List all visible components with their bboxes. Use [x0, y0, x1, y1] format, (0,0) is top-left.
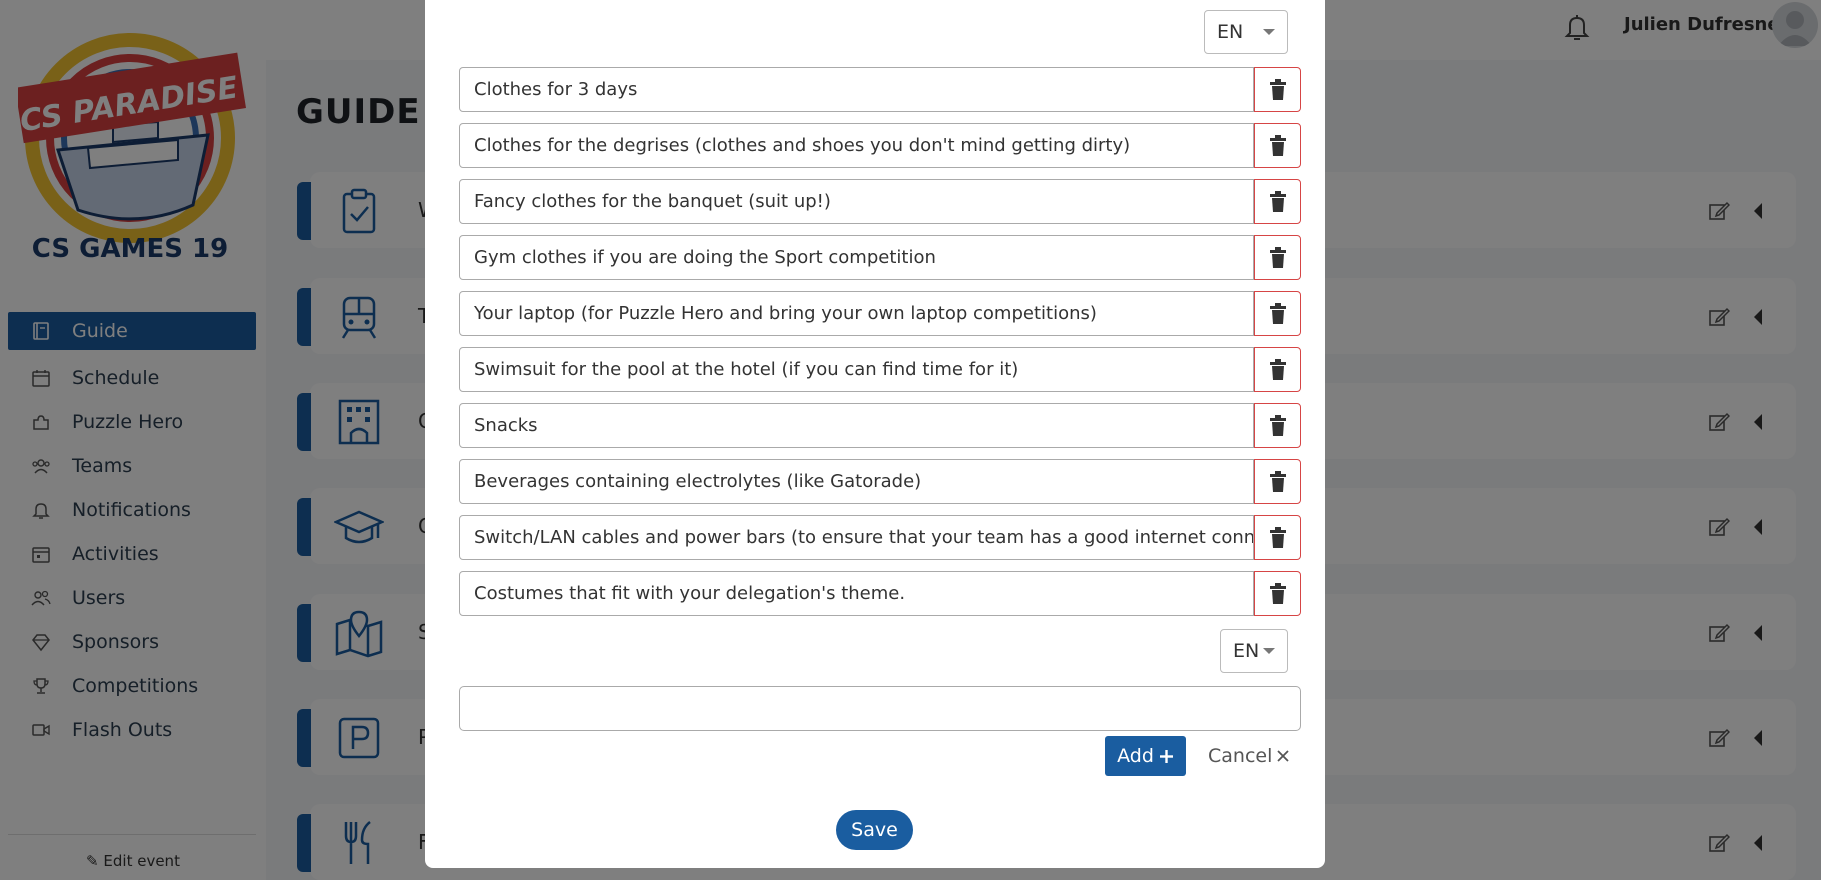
plus-icon: [1159, 749, 1173, 763]
delete-item-button[interactable]: [1254, 515, 1301, 560]
delete-item-button[interactable]: [1254, 459, 1301, 504]
delete-item-button[interactable]: [1254, 123, 1301, 168]
list-item: [459, 571, 1301, 616]
trash-icon: [1269, 582, 1286, 604]
trash-icon: [1269, 302, 1286, 324]
list-item: [459, 235, 1301, 280]
trash-icon: [1269, 526, 1286, 548]
delete-item-button[interactable]: [1254, 571, 1301, 616]
edit-guide-modal: EN EN: [425, 0, 1325, 868]
cancel-button-label: Cancel: [1208, 745, 1273, 767]
add-button-label: Add: [1117, 745, 1154, 767]
item-text-field[interactable]: [459, 515, 1254, 560]
list-item: [459, 123, 1301, 168]
chevron-down-icon: [1263, 648, 1275, 654]
trash-icon: [1269, 414, 1286, 436]
item-text-field[interactable]: [459, 123, 1254, 168]
save-button-label: Save: [851, 819, 898, 841]
delete-item-button[interactable]: [1254, 179, 1301, 224]
trash-icon: [1269, 190, 1286, 212]
trash-icon: [1269, 78, 1286, 100]
delete-item-button[interactable]: [1254, 67, 1301, 112]
list-item: [459, 459, 1301, 504]
item-text-field[interactable]: [459, 459, 1254, 504]
delete-item-button[interactable]: [1254, 403, 1301, 448]
language-select-value: EN: [1217, 21, 1244, 43]
delete-item-button[interactable]: [1254, 347, 1301, 392]
language-select-value: EN: [1233, 640, 1260, 662]
delete-item-button[interactable]: [1254, 235, 1301, 280]
item-text-field[interactable]: [459, 347, 1254, 392]
item-text-field[interactable]: [459, 571, 1254, 616]
list-item: [459, 67, 1301, 112]
trash-icon: [1269, 246, 1286, 268]
list-item: [459, 347, 1301, 392]
trash-icon: [1269, 470, 1286, 492]
item-text-field[interactable]: [459, 235, 1254, 280]
chevron-down-icon: [1263, 29, 1275, 35]
item-text-field[interactable]: [459, 179, 1254, 224]
item-text-field[interactable]: [459, 67, 1254, 112]
item-text-field[interactable]: [459, 291, 1254, 336]
add-item-button[interactable]: Add: [1105, 736, 1186, 776]
new-item-language-select[interactable]: EN: [1220, 629, 1288, 673]
language-select[interactable]: EN: [1204, 10, 1288, 54]
save-button[interactable]: Save: [836, 810, 913, 850]
delete-item-button[interactable]: [1254, 291, 1301, 336]
list-item: [459, 179, 1301, 224]
list-item: [459, 515, 1301, 560]
list-item: [459, 403, 1301, 448]
item-text-field[interactable]: [459, 403, 1254, 448]
new-item-input[interactable]: [459, 686, 1301, 731]
trash-icon: [1269, 134, 1286, 156]
close-icon: [1277, 750, 1290, 762]
trash-icon: [1269, 358, 1286, 380]
list-item: [459, 291, 1301, 336]
cancel-button[interactable]: Cancel: [1208, 736, 1290, 776]
